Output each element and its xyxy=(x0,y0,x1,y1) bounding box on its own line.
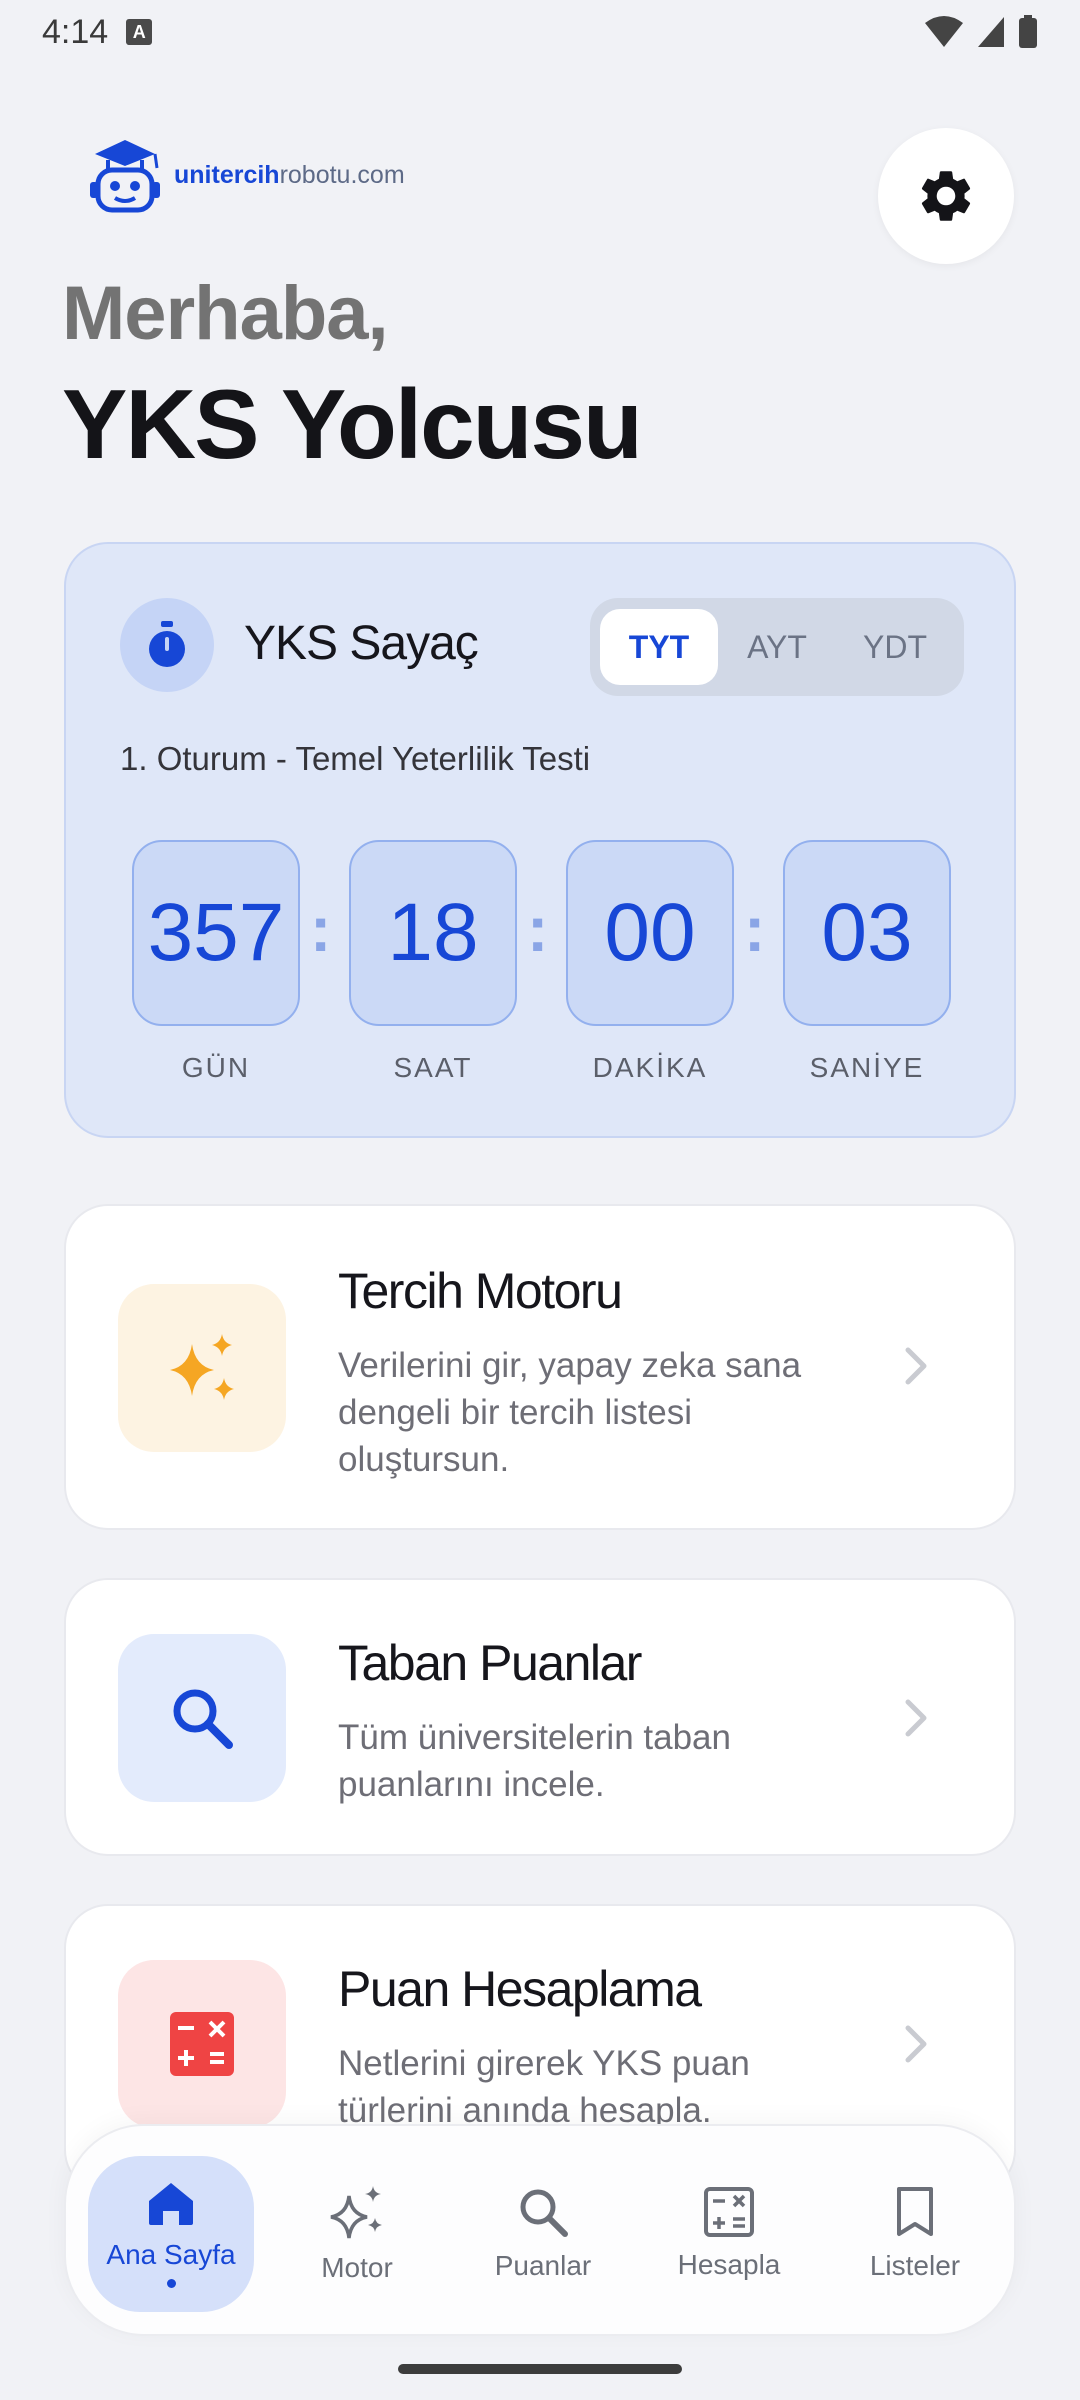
nav-label: Hesapla xyxy=(677,2249,781,2280)
nav-item-ana-sayfa[interactable]: Ana Sayfa xyxy=(88,2156,254,2312)
session-label: 1. Oturum - Temel Yeterlilik Testi xyxy=(120,740,591,777)
bookmark-icon xyxy=(897,2187,933,2236)
stopwatch-icon xyxy=(149,621,185,667)
counter-title: YKS Sayaç xyxy=(244,617,479,670)
taban-puanlar-card[interactable]: Taban Puanlar Tüm üniversitelerin taban … xyxy=(64,1578,1016,1856)
logo-text-bold: unitercih xyxy=(174,160,280,189)
sparkles-icon xyxy=(170,1334,234,1400)
nav-label: Puanlar xyxy=(494,2250,592,2281)
nav-item-hesapla[interactable]: Hesapla xyxy=(646,2156,812,2312)
card-description: Netlerini girerek YKS puan türlerini anı… xyxy=(338,2044,750,2130)
bottom-navigation: Ana Sayfa Motor Puanlar Hesapla Listeler xyxy=(64,2124,1016,2336)
nav-item-listeler[interactable]: Listeler xyxy=(832,2156,998,2312)
nav-item-puanlar[interactable]: Puanlar xyxy=(460,2156,626,2312)
card-description: Tüm üniversitelerin taban puanlarını inc… xyxy=(338,1718,731,1804)
battery-icon xyxy=(1019,15,1037,48)
status-bar: 4:14 A xyxy=(0,0,1080,64)
timer-icon-circle xyxy=(120,598,214,692)
card-title: Taban Puanlar xyxy=(338,1635,642,1691)
status-time: 4:14 xyxy=(42,12,109,51)
logo-text-light: robotu.com xyxy=(279,160,405,189)
chevron-right-icon xyxy=(905,1347,927,1385)
card-title: Puan Hesaplama xyxy=(338,1961,702,2017)
calculator-icon xyxy=(170,2012,234,2076)
hours-label: SAAT xyxy=(393,1052,473,1083)
greeting-text: Merhaba, xyxy=(62,271,389,356)
tab-tyt[interactable]: TYT xyxy=(600,609,718,685)
seconds-value: 03 xyxy=(783,840,951,1026)
home-indicator[interactable] xyxy=(398,2364,682,2374)
active-indicator-dot xyxy=(166,2278,176,2288)
calculator-icon xyxy=(704,2187,754,2237)
home-icon xyxy=(149,2182,193,2225)
nav-item-motor[interactable]: Motor xyxy=(274,2156,440,2312)
notification-icon: A xyxy=(126,19,153,45)
search-icon xyxy=(173,1689,233,1749)
days-label: GÜN xyxy=(181,1052,251,1083)
sparkles-icon-box xyxy=(118,1284,286,1452)
card-title: Tercih Motoru xyxy=(338,1263,623,1319)
nav-label: Ana Sayfa xyxy=(106,2238,236,2270)
calculator-icon-box xyxy=(118,1960,286,2128)
tercih-motoru-card[interactable]: Tercih Motoru Verilerini gir, yapay zeka… xyxy=(64,1204,1016,1530)
robot-logo-icon xyxy=(90,140,160,213)
minutes-label: DAKİKA xyxy=(592,1052,708,1083)
logo-text: unitercih robotu.com xyxy=(174,161,405,190)
minutes-value: 00 xyxy=(566,840,734,1026)
gear-icon xyxy=(921,171,971,221)
sparkles-icon xyxy=(330,2186,382,2239)
days-value: 357 xyxy=(132,840,300,1026)
chevron-right-icon xyxy=(905,1699,927,1737)
hours-value: 18 xyxy=(349,840,517,1026)
tab-ayt[interactable]: AYT xyxy=(718,609,836,685)
chevron-right-icon xyxy=(905,2025,927,2063)
colon-separator: : xyxy=(310,893,332,965)
yks-counter-card: YKS Sayaç TYT AYT YDT 1. Oturum - Temel … xyxy=(64,542,1016,1138)
search-icon xyxy=(520,2189,568,2237)
nav-label: Listeler xyxy=(869,2250,961,2281)
wifi-icon xyxy=(925,16,963,47)
tab-ydt[interactable]: YDT xyxy=(836,609,954,685)
colon-separator: : xyxy=(744,893,766,965)
colon-separator: : xyxy=(527,893,549,965)
nav-label: Motor xyxy=(321,2252,393,2283)
page-title: YKS Yolcusu xyxy=(62,369,643,479)
settings-button[interactable] xyxy=(878,128,1014,264)
card-description: Verilerini gir, yapay zeka sana dengeli … xyxy=(338,1346,802,1479)
app-logo: unitercih robotu.com xyxy=(82,134,405,216)
search-icon-box xyxy=(118,1634,286,1802)
seconds-label: SANİYE xyxy=(809,1052,925,1083)
signal-icon xyxy=(978,17,1004,47)
exam-type-selector: TYT AYT YDT xyxy=(590,598,964,696)
